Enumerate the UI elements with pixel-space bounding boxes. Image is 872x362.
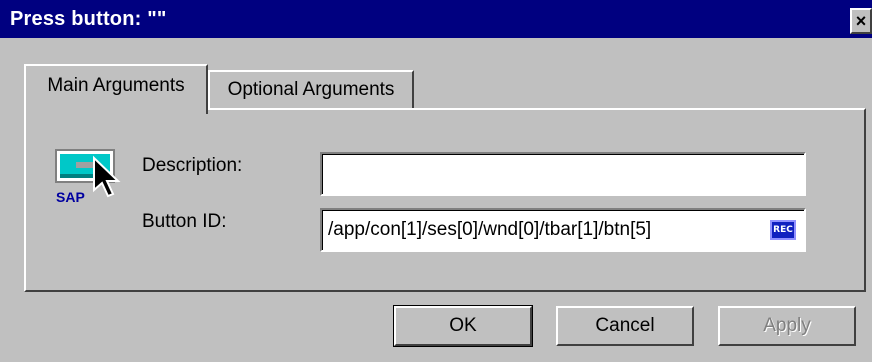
ok-button[interactable]: OK — [393, 305, 533, 347]
apply-label: Apply — [763, 315, 811, 336]
close-button[interactable]: × — [850, 8, 872, 34]
record-button[interactable]: REC — [770, 220, 796, 240]
close-icon: × — [855, 11, 867, 31]
tab-main-arguments-label: Main Arguments — [47, 75, 185, 96]
button-id-field[interactable]: /app/con[1]/ses[0]/wnd[0]/tbar[1]/btn[5]… — [320, 208, 806, 252]
tab-main-arguments[interactable]: Main Arguments — [24, 64, 208, 114]
sap-button-icon: SAP — [54, 148, 126, 208]
rec-icon: REC — [773, 225, 793, 235]
tab-optional-arguments[interactable]: Optional Arguments — [208, 70, 414, 108]
apply-button[interactable]: Apply — [718, 306, 856, 346]
title-bar: Press button: "" × — [0, 0, 872, 40]
tab-optional-arguments-label: Optional Arguments — [227, 79, 395, 100]
ok-label: OK — [449, 315, 477, 336]
button-id-label: Button ID: — [142, 211, 227, 232]
window-title: Press button: "" — [10, 8, 167, 30]
cancel-button[interactable]: Cancel — [556, 306, 694, 346]
button-id-value: /app/con[1]/ses[0]/wnd[0]/tbar[1]/btn[5] — [328, 219, 652, 240]
cancel-label: Cancel — [595, 315, 655, 336]
description-label: Description: — [142, 155, 243, 176]
description-field[interactable] — [320, 152, 806, 196]
sap-button-graphic: SAP — [55, 149, 121, 205]
sap-icon-label: SAP — [56, 189, 85, 205]
tab-panel — [24, 108, 866, 292]
